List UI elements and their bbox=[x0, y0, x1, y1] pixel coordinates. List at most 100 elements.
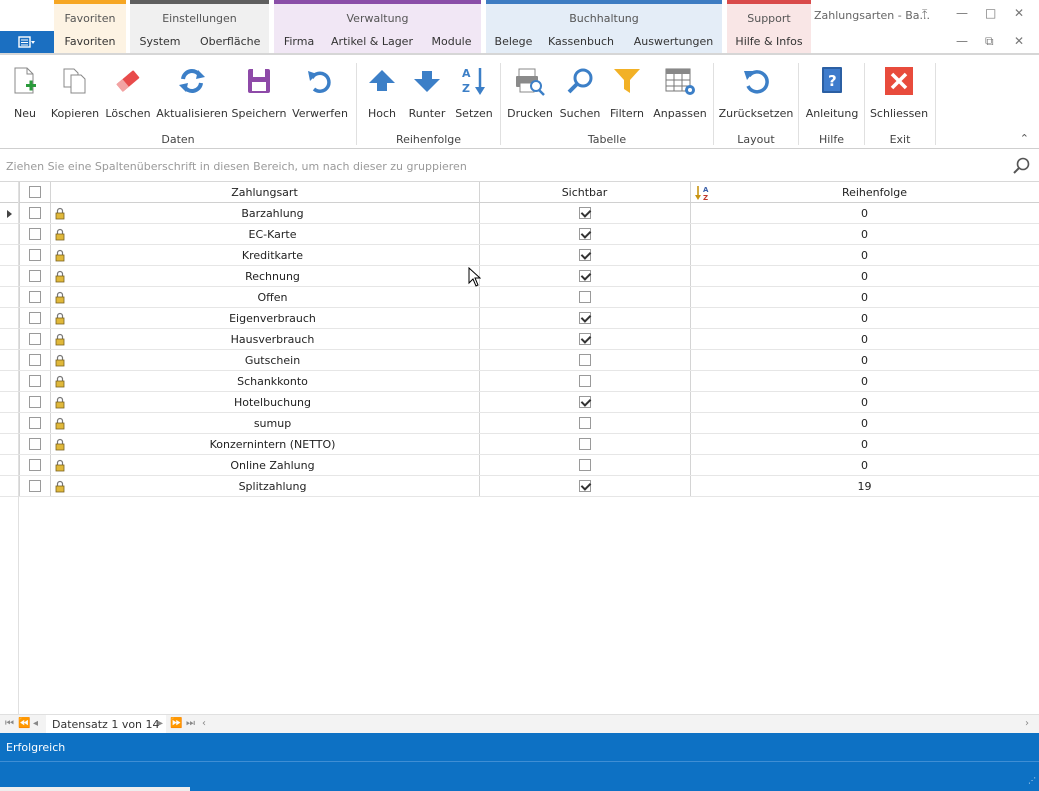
cell-zahlungsart[interactable]: Offen bbox=[66, 287, 479, 307]
scroll-left-icon[interactable]: ‹ bbox=[202, 718, 206, 729]
cell-zahlungsart[interactable]: Schankkonto bbox=[66, 371, 479, 391]
row-select-checkbox[interactable] bbox=[28, 228, 41, 240]
table-row[interactable]: Konzernintern (NETTO) 0 bbox=[0, 434, 1039, 455]
cell-sichtbar-checkbox[interactable] bbox=[578, 417, 591, 429]
table-row[interactable]: Kreditkarte 0 bbox=[0, 245, 1039, 266]
cell-zahlungsart[interactable]: Splitzahlung bbox=[66, 476, 479, 496]
cell-zahlungsart[interactable]: Barzahlung bbox=[66, 203, 479, 223]
next-record-icon[interactable]: ▸ bbox=[158, 718, 163, 729]
cell-sichtbar-checkbox[interactable] bbox=[578, 375, 591, 387]
cell-reihenfolge[interactable]: 0 bbox=[690, 392, 1039, 412]
cell-zahlungsart[interactable]: Hausverbrauch bbox=[66, 329, 479, 349]
cell-sichtbar-checkbox[interactable] bbox=[578, 459, 591, 471]
column-header-zahlungsart[interactable]: Zahlungsart bbox=[50, 182, 479, 202]
close-document-button[interactable]: ✕ bbox=[1014, 34, 1024, 48]
table-row[interactable]: EC-Karte 0 bbox=[0, 224, 1039, 245]
row-select-checkbox[interactable] bbox=[28, 333, 41, 345]
collapse-ribbon-icon[interactable]: ⌃ bbox=[1020, 132, 1029, 145]
cell-zahlungsart[interactable]: Gutschein bbox=[66, 350, 479, 370]
table-row[interactable]: Hotelbuchung 0 bbox=[0, 392, 1039, 413]
cell-sichtbar-checkbox[interactable] bbox=[578, 270, 591, 282]
row-select-checkbox[interactable] bbox=[28, 396, 41, 408]
last-record-icon[interactable]: ⏭ bbox=[186, 718, 195, 729]
cell-sichtbar-checkbox[interactable] bbox=[578, 312, 591, 324]
cell-sichtbar-checkbox[interactable] bbox=[578, 396, 591, 408]
row-select-checkbox[interactable] bbox=[28, 291, 41, 303]
next-page-icon[interactable]: ⏩ bbox=[170, 718, 182, 729]
table-row[interactable]: Rechnung 0 bbox=[0, 266, 1039, 287]
ribbon-button-anpassen[interactable]: Anpassen bbox=[640, 63, 720, 123]
minimize-window-button[interactable]: — bbox=[956, 6, 968, 20]
cell-sichtbar-checkbox[interactable] bbox=[578, 228, 591, 240]
category-title[interactable]: Buchhaltung bbox=[486, 0, 722, 27]
previous-record-icon[interactable]: ◂ bbox=[33, 718, 38, 729]
select-all-checkbox[interactable] bbox=[28, 186, 41, 198]
category-tab-item[interactable]: Artikel & Lager bbox=[329, 35, 415, 48]
cell-reihenfolge[interactable]: 0 bbox=[690, 371, 1039, 391]
ribbon-button-schliessen[interactable]: Schliessen bbox=[859, 63, 939, 123]
ribbon-button-zur-cksetzen[interactable]: Zurücksetzen bbox=[716, 63, 796, 123]
restore-document-button[interactable]: ⧉ bbox=[985, 34, 994, 49]
close-window-button[interactable]: ✕ bbox=[1014, 6, 1024, 20]
cell-reihenfolge[interactable]: 0 bbox=[690, 308, 1039, 328]
cell-reihenfolge[interactable]: 0 bbox=[690, 266, 1039, 286]
table-row[interactable]: sumup 0 bbox=[0, 413, 1039, 434]
table-row[interactable]: Offen 0 bbox=[0, 287, 1039, 308]
column-header-reihenfolge[interactable]: Reihenfolge bbox=[710, 182, 1039, 202]
cell-reihenfolge[interactable]: 0 bbox=[690, 350, 1039, 370]
category-tab-item[interactable]: Oberfläche bbox=[200, 35, 260, 48]
cell-sichtbar-checkbox[interactable] bbox=[578, 333, 591, 345]
row-select-checkbox[interactable] bbox=[28, 480, 41, 492]
cell-zahlungsart[interactable]: Hotelbuchung bbox=[66, 392, 479, 412]
table-row[interactable]: Schankkonto 0 bbox=[0, 371, 1039, 392]
cell-sichtbar-checkbox[interactable] bbox=[578, 207, 591, 219]
category-tab-item[interactable]: Module bbox=[424, 35, 479, 48]
category-title[interactable]: Support bbox=[727, 0, 811, 27]
table-row[interactable]: Online Zahlung 0 bbox=[0, 455, 1039, 476]
category-tab-item[interactable]: Hilfe & Infos bbox=[727, 35, 811, 48]
row-select-checkbox[interactable] bbox=[28, 312, 41, 324]
cell-reihenfolge[interactable]: 0 bbox=[690, 455, 1039, 475]
resize-grip-icon[interactable]: ⋰ bbox=[1028, 776, 1036, 785]
search-icon[interactable] bbox=[1011, 156, 1031, 176]
cell-reihenfolge[interactable]: 0 bbox=[690, 434, 1039, 454]
column-header-sichtbar[interactable]: Sichtbar bbox=[479, 182, 690, 202]
cell-reihenfolge[interactable]: 19 bbox=[690, 476, 1039, 496]
previous-page-icon[interactable]: ⏪ bbox=[18, 718, 30, 729]
cell-zahlungsart[interactable]: Kreditkarte bbox=[66, 245, 479, 265]
cell-sichtbar-checkbox[interactable] bbox=[578, 291, 591, 303]
app-menu-button[interactable] bbox=[0, 31, 54, 53]
cell-zahlungsart[interactable]: sumup bbox=[66, 413, 479, 433]
category-tab-item[interactable]: Belege bbox=[491, 35, 536, 48]
category-title[interactable]: Verwaltung bbox=[274, 0, 481, 27]
maximize-window-button[interactable]: □ bbox=[985, 6, 996, 20]
group-panel[interactable]: Ziehen Sie eine Spaltenüberschrift in di… bbox=[0, 150, 1039, 182]
cell-reihenfolge[interactable]: 0 bbox=[690, 329, 1039, 349]
minimize-document-button[interactable]: — bbox=[956, 34, 968, 48]
table-row[interactable]: Barzahlung 0 bbox=[0, 203, 1039, 224]
cell-reihenfolge[interactable]: 0 bbox=[690, 203, 1039, 223]
cell-sichtbar-checkbox[interactable] bbox=[578, 249, 591, 261]
pin-icon[interactable]: ⤒ bbox=[922, 7, 927, 22]
category-title[interactable]: Favoriten bbox=[54, 0, 126, 27]
table-row[interactable]: Eigenverbrauch 0 bbox=[0, 308, 1039, 329]
cell-reihenfolge[interactable]: 0 bbox=[690, 224, 1039, 244]
category-title[interactable]: Einstellungen bbox=[130, 0, 269, 27]
cell-sichtbar-checkbox[interactable] bbox=[578, 354, 591, 366]
cell-zahlungsart[interactable]: Rechnung bbox=[66, 266, 479, 286]
row-select-checkbox[interactable] bbox=[28, 459, 41, 471]
cell-reihenfolge[interactable]: 0 bbox=[690, 287, 1039, 307]
cell-zahlungsart[interactable]: Online Zahlung bbox=[66, 455, 479, 475]
category-tab-item[interactable]: Favoriten bbox=[54, 35, 126, 48]
row-select-checkbox[interactable] bbox=[28, 375, 41, 387]
table-row[interactable]: Splitzahlung 19 bbox=[0, 476, 1039, 497]
category-tab-item[interactable]: Firma bbox=[274, 35, 324, 48]
table-row[interactable]: Gutschein 0 bbox=[0, 350, 1039, 371]
cell-zahlungsart[interactable]: EC-Karte bbox=[66, 224, 479, 244]
category-tab-item[interactable]: System bbox=[130, 35, 190, 48]
cell-zahlungsart[interactable]: Konzernintern (NETTO) bbox=[66, 434, 479, 454]
scroll-right-icon[interactable]: › bbox=[1025, 718, 1029, 729]
row-select-checkbox[interactable] bbox=[28, 438, 41, 450]
category-tab-item[interactable]: Kassenbuch bbox=[546, 35, 616, 48]
row-select-checkbox[interactable] bbox=[28, 354, 41, 366]
